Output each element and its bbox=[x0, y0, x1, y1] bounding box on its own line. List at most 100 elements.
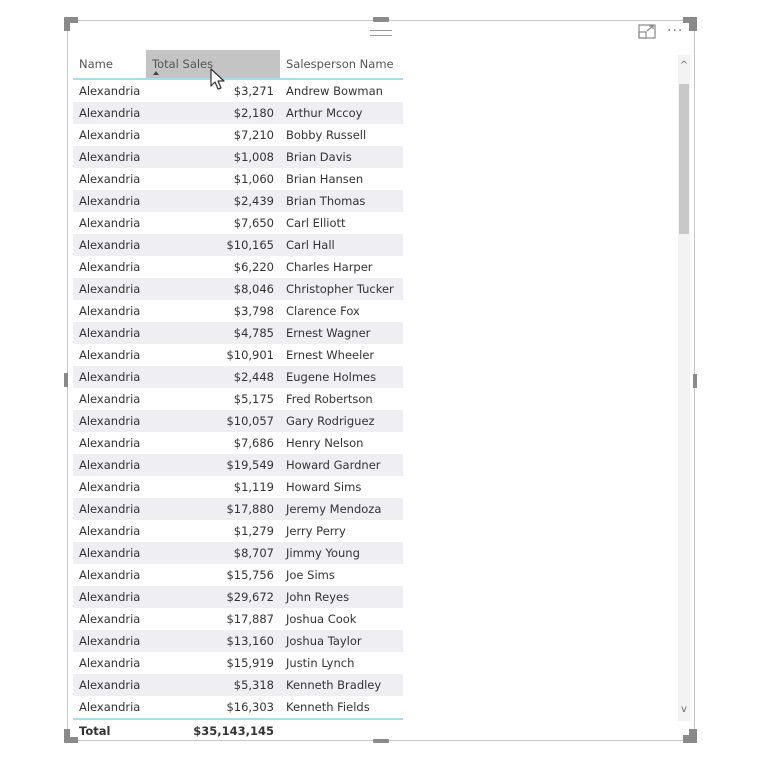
table-row[interactable]: Alexandria $1,060 Brian Hansen bbox=[73, 168, 403, 190]
table-row[interactable]: Alexandria $15,756 Joe Sims bbox=[73, 564, 403, 586]
table-row[interactable]: Alexandria $7,650 Carl Elliott bbox=[73, 212, 403, 234]
drag-grip-icon[interactable] bbox=[370, 30, 392, 36]
cell-name: Alexandria bbox=[79, 304, 141, 318]
cell-total-sales: $13,160 bbox=[226, 634, 274, 648]
cell-salesperson-name: Andrew Bowman bbox=[286, 84, 383, 98]
scroll-thumb[interactable] bbox=[679, 84, 689, 234]
cell-total-sales: $19,549 bbox=[226, 458, 274, 472]
cell-salesperson-name: Brian Davis bbox=[286, 150, 352, 164]
cell-total-sales: $8,707 bbox=[233, 546, 274, 560]
cell-total-sales: $10,901 bbox=[226, 348, 274, 362]
table-row[interactable]: Alexandria $19,549 Howard Gardner bbox=[73, 454, 403, 476]
table-row[interactable]: Alexandria $10,901 Ernest Wheeler bbox=[73, 344, 403, 366]
table-row[interactable]: Alexandria $5,318 Kenneth Bradley bbox=[73, 674, 403, 696]
cell-salesperson-name: John Reyes bbox=[286, 590, 350, 604]
cell-name: Alexandria bbox=[79, 590, 141, 604]
cell-salesperson-name: Ernest Wagner bbox=[286, 326, 371, 340]
cell-total-sales: $29,672 bbox=[226, 590, 274, 604]
cell-salesperson-name: Carl Hall bbox=[286, 238, 335, 252]
resize-handle-left[interactable] bbox=[64, 373, 68, 387]
cell-name: Alexandria bbox=[79, 216, 141, 230]
cell-total-sales: $7,210 bbox=[233, 128, 274, 142]
cell-salesperson-name: Brian Hansen bbox=[286, 172, 364, 186]
cell-salesperson-name: Gary Rodriguez bbox=[286, 414, 375, 428]
table-row[interactable]: Alexandria $2,448 Eugene Holmes bbox=[73, 366, 403, 388]
sort-ascending-icon bbox=[153, 71, 159, 75]
column-header-total-sales-label: Total Sales bbox=[152, 57, 214, 71]
vertical-scrollbar[interactable]: ^ v bbox=[678, 55, 690, 721]
focus-mode-icon[interactable] bbox=[638, 24, 656, 39]
cell-salesperson-name: Fred Robertson bbox=[286, 392, 373, 406]
resize-handle-top[interactable] bbox=[373, 17, 389, 22]
table-row[interactable]: Alexandria $13,160 Joshua Taylor bbox=[73, 630, 403, 652]
cell-total-sales: $17,880 bbox=[226, 502, 274, 516]
cell-salesperson-name: Clarence Fox bbox=[286, 304, 360, 318]
scroll-down-arrow-icon[interactable]: v bbox=[678, 699, 690, 721]
mouse-pointer-icon bbox=[210, 68, 225, 90]
cell-name: Alexandria bbox=[79, 678, 141, 692]
table-row[interactable]: Alexandria $17,880 Jeremy Mendoza bbox=[73, 498, 403, 520]
resize-handle-right[interactable] bbox=[693, 374, 697, 388]
scroll-up-arrow-icon[interactable]: ^ bbox=[678, 55, 690, 77]
cell-salesperson-name: Ernest Wheeler bbox=[286, 348, 375, 362]
cell-salesperson-name: Bobby Russell bbox=[286, 128, 367, 142]
table-row[interactable]: Alexandria $5,175 Fred Robertson bbox=[73, 388, 403, 410]
cell-total-sales: $17,887 bbox=[226, 612, 274, 626]
table-row[interactable]: Alexandria $4,785 Ernest Wagner bbox=[73, 322, 403, 344]
cell-name: Alexandria bbox=[79, 172, 141, 186]
cell-name: Alexandria bbox=[79, 634, 141, 648]
table-row[interactable]: Alexandria $2,180 Arthur Mccoy bbox=[73, 102, 403, 124]
resize-corner-top-right-h[interactable] bbox=[683, 17, 697, 23]
table-row[interactable]: Alexandria $7,210 Bobby Russell bbox=[73, 124, 403, 146]
table-row[interactable]: Alexandria $1,008 Brian Davis bbox=[73, 146, 403, 168]
cell-name: Alexandria bbox=[79, 546, 141, 560]
cell-total-sales: $2,439 bbox=[233, 194, 274, 208]
cell-name: Alexandria bbox=[79, 348, 141, 362]
table-row[interactable]: Alexandria $2,439 Brian Thomas bbox=[73, 190, 403, 212]
cell-name: Alexandria bbox=[79, 436, 141, 450]
cell-name: Alexandria bbox=[79, 194, 141, 208]
table-row[interactable]: Alexandria $16,303 Kenneth Fields bbox=[73, 696, 403, 718]
table-total-row: Total $35,143,145 bbox=[73, 718, 403, 742]
table-row[interactable]: Alexandria $1,119 Howard Sims bbox=[73, 476, 403, 498]
table-body: Alexandria $3,271 Andrew Bowman Alexandria $… bbox=[73, 80, 403, 718]
table-row[interactable]: Alexandria $3,271 Andrew Bowman bbox=[73, 80, 403, 102]
column-header-salesperson-name[interactable]: Salesperson Name bbox=[280, 50, 403, 78]
table-row[interactable]: Alexandria $6,220 Charles Harper bbox=[73, 256, 403, 278]
total-sales-value: $35,143,145 bbox=[193, 724, 274, 738]
more-options-icon[interactable]: ··· bbox=[667, 23, 683, 39]
cell-total-sales: $1,008 bbox=[233, 150, 274, 164]
cell-total-sales: $5,318 bbox=[233, 678, 274, 692]
cell-total-sales: $15,919 bbox=[226, 656, 274, 670]
table-row[interactable]: Alexandria $15,919 Justin Lynch bbox=[73, 652, 403, 674]
table-row[interactable]: Alexandria $1,279 Jerry Perry bbox=[73, 520, 403, 542]
cell-name: Alexandria bbox=[79, 656, 141, 670]
table-row[interactable]: Alexandria $8,046 Christopher Tucker bbox=[73, 278, 403, 300]
cell-total-sales: $8,046 bbox=[233, 282, 274, 296]
table-row[interactable]: Alexandria $29,672 John Reyes bbox=[73, 586, 403, 608]
table-row[interactable]: Alexandria $10,165 Carl Hall bbox=[73, 234, 403, 256]
table-row[interactable]: Alexandria $3,798 Clarence Fox bbox=[73, 300, 403, 322]
cell-total-sales: $1,119 bbox=[233, 480, 274, 494]
cell-salesperson-name: Joe Sims bbox=[286, 568, 335, 582]
table-row[interactable]: Alexandria $17,887 Joshua Cook bbox=[73, 608, 403, 630]
cell-salesperson-name: Brian Thomas bbox=[286, 194, 366, 208]
table-row[interactable]: Alexandria $7,686 Henry Nelson bbox=[73, 432, 403, 454]
resize-corner-bottom-right-h[interactable] bbox=[683, 735, 697, 743]
cell-salesperson-name: Jimmy Young bbox=[286, 546, 360, 560]
table-row[interactable]: Alexandria $8,707 Jimmy Young bbox=[73, 542, 403, 564]
table-row[interactable]: Alexandria $10,057 Gary Rodriguez bbox=[73, 410, 403, 432]
cell-name: Alexandria bbox=[79, 370, 141, 384]
cell-salesperson-name: Kenneth Bradley bbox=[286, 678, 382, 692]
cell-total-sales: $7,686 bbox=[233, 436, 274, 450]
column-header-name[interactable]: Name bbox=[73, 50, 146, 78]
cell-name: Alexandria bbox=[79, 260, 141, 274]
cell-salesperson-name: Eugene Holmes bbox=[286, 370, 377, 384]
resize-corner-top-left-h[interactable] bbox=[64, 17, 78, 23]
cell-name: Alexandria bbox=[79, 480, 141, 494]
cell-name: Alexandria bbox=[79, 238, 141, 252]
cell-name: Alexandria bbox=[79, 128, 141, 142]
cell-salesperson-name: Joshua Taylor bbox=[286, 634, 362, 648]
cell-total-sales: $1,060 bbox=[233, 172, 274, 186]
cell-total-sales: $5,175 bbox=[233, 392, 274, 406]
